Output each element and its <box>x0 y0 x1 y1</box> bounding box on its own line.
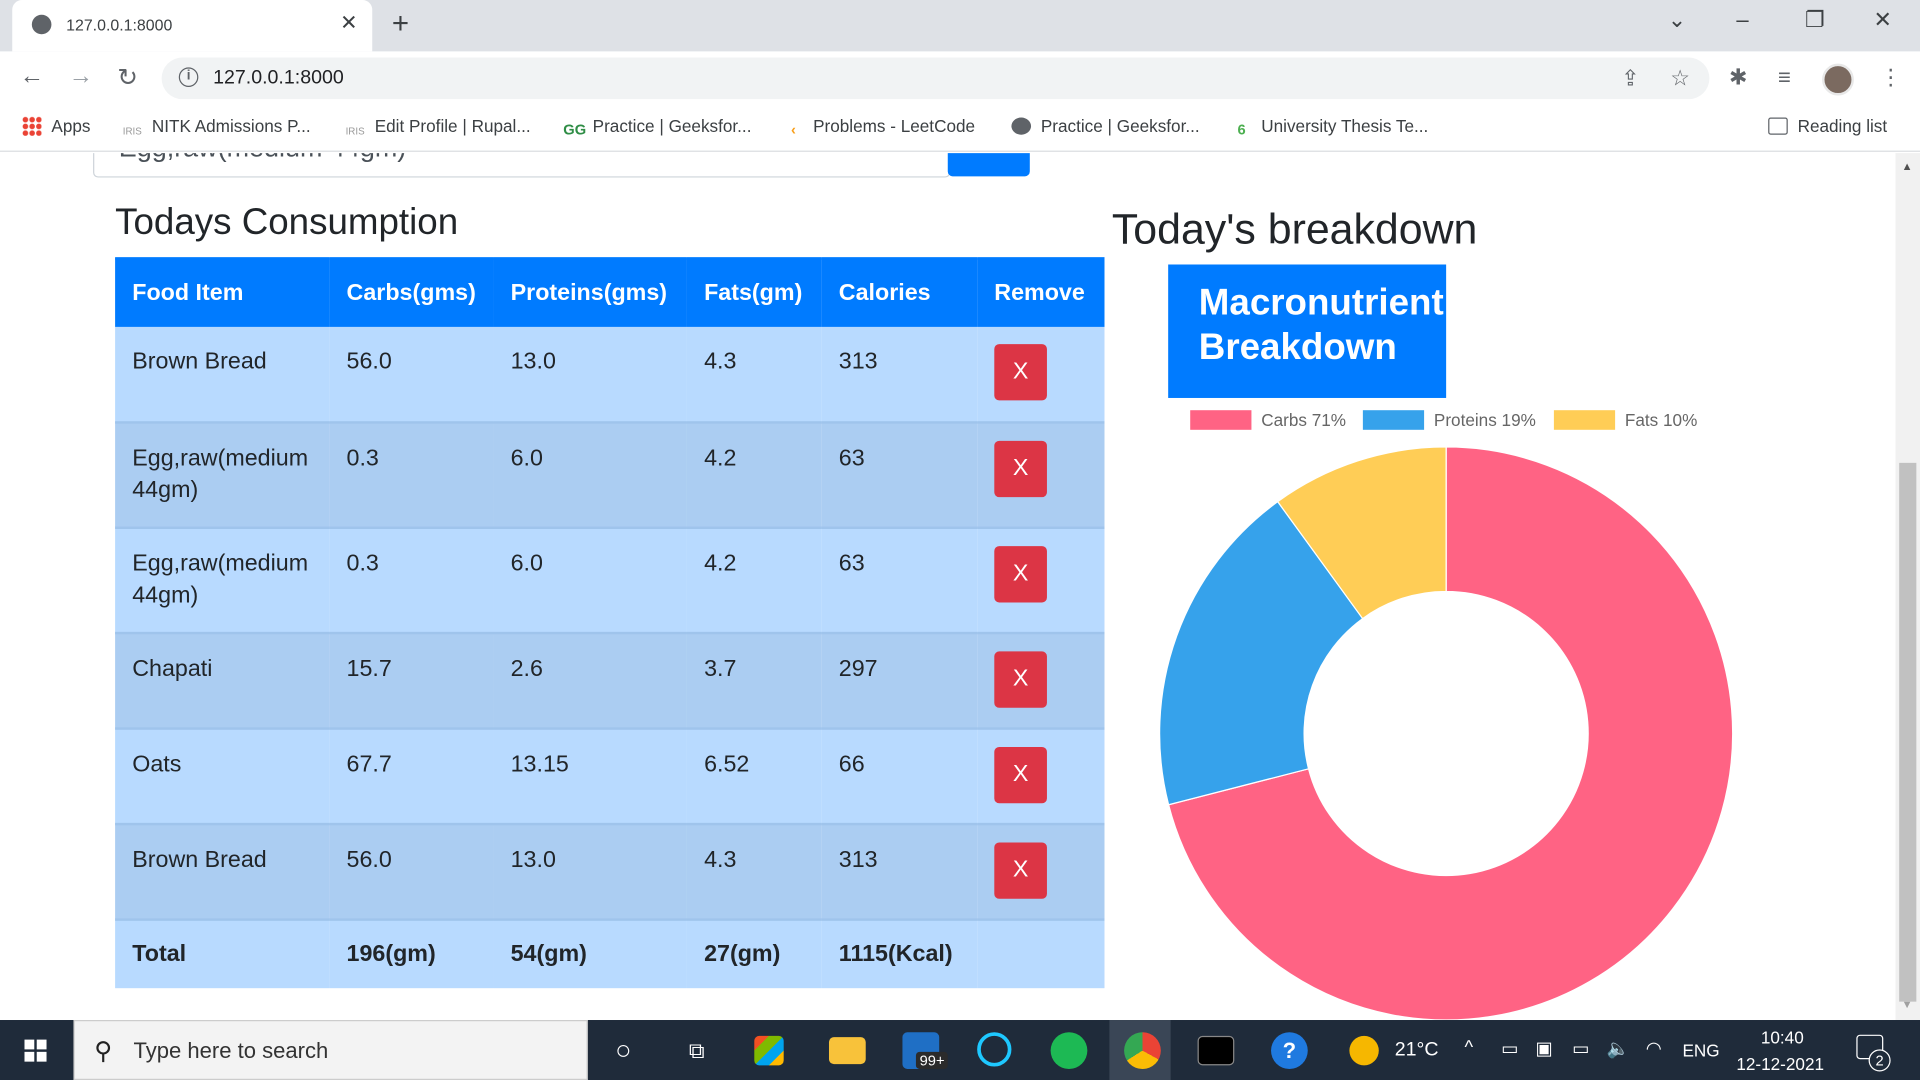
bookmark-apps[interactable]: Apps <box>22 116 91 136</box>
clock-date[interactable]: 12-12-2021 <box>1736 1054 1824 1074</box>
chrome-icon <box>1124 1032 1161 1069</box>
media-queue-icon[interactable]: ≡ <box>1778 65 1791 91</box>
search-icon: ⚲ <box>94 1038 113 1066</box>
bookmark-nitk[interactable]: IRIS NITK Admissions P... <box>122 116 311 143</box>
macronutrient-donut-chart <box>1159 446 1734 1021</box>
windows-taskbar: ⚲ Type here to search ○ ⧉ 99+ ? 21°C ^ ▭… <box>0 1020 1920 1080</box>
scrollbar-thumb[interactable] <box>1899 462 1917 1002</box>
scroll-down-icon[interactable]: ▼ <box>1902 998 1913 1010</box>
iris-icon: IRIS <box>122 126 142 138</box>
forward-icon[interactable]: → <box>69 62 93 90</box>
reading-list-icon <box>1768 117 1788 135</box>
windows-start-icon[interactable] <box>24 1039 47 1062</box>
extensions-icon[interactable]: ✱ <box>1729 65 1747 91</box>
iris-icon: IRIS <box>345 126 365 138</box>
wifi-icon[interactable]: ◠ <box>1646 1037 1662 1059</box>
clock-time[interactable]: 10:40 <box>1761 1027 1804 1047</box>
bookmark-star-icon[interactable]: ☆ <box>1670 66 1690 92</box>
menu-kebab-icon[interactable]: ⋮ <box>1880 65 1902 91</box>
meet-now-icon[interactable]: ▭ <box>1501 1037 1518 1059</box>
store-icon[interactable] <box>754 1035 784 1066</box>
globe-icon <box>1011 117 1032 135</box>
page-content: Egg,raw(medium 44gm) Add Todays Consumpt… <box>0 153 1896 1021</box>
volume-icon[interactable]: 🔈 <box>1607 1037 1630 1059</box>
new-tab-icon[interactable]: + <box>392 7 409 41</box>
geeksforgeeks-icon: GG <box>563 121 587 139</box>
bookmark-gfg-1[interactable]: GG Practice | Geeksfor... <box>563 116 751 138</box>
address-bar[interactable]: i 127.0.0.1:8000 ⇪ ☆ <box>161 57 1710 100</box>
help-icon[interactable]: ? <box>1271 1032 1308 1069</box>
display-icon[interactable]: ▣ <box>1536 1037 1553 1059</box>
site-info-icon[interactable]: i <box>178 67 199 87</box>
profile-avatar[interactable] <box>1822 63 1854 96</box>
notification-count: 2 <box>1868 1049 1891 1072</box>
bookmark-edit-profile[interactable]: IRIS Edit Profile | Rupal... <box>345 116 531 143</box>
cortana-icon[interactable]: ○ <box>605 1032 642 1069</box>
page-scrollbar[interactable]: ▲ ▼ <box>1895 153 1920 1021</box>
alexa-icon[interactable] <box>977 1032 1012 1067</box>
apps-grid-icon <box>22 116 42 136</box>
taskbar-search-placeholder: Type here to search <box>133 1038 329 1063</box>
tab-strip: 127.0.0.1:8000 ✕ + ⌄ – ❐ ✕ <box>0 0 1920 52</box>
task-view-icon[interactable]: ⧉ <box>678 1032 715 1069</box>
mail-badge: 99+ <box>915 1051 949 1069</box>
weather-sun-icon[interactable] <box>1349 1035 1379 1066</box>
bookmark-leetcode[interactable]: ‹ Problems - LeetCode <box>784 116 975 138</box>
globe-icon <box>31 14 52 35</box>
reading-list[interactable]: Reading list <box>1768 116 1887 136</box>
bookmark-thesis[interactable]: 6 University Thesis Te... <box>1232 116 1429 139</box>
language-indicator[interactable]: ENG <box>1682 1041 1719 1061</box>
leetcode-icon: ‹ <box>791 121 796 139</box>
bookmarks-bar: Apps IRIS NITK Admissions P... IRIS Edit P… <box>0 105 1920 152</box>
minimize-icon[interactable]: – <box>1736 7 1748 33</box>
scroll-up-icon[interactable]: ▲ <box>1902 160 1913 172</box>
browser-toolbar: ← → ↻ i 127.0.0.1:8000 ⇪ ☆ ✱ ≡ ⋮ <box>0 51 1920 106</box>
tab-title: 127.0.0.1:8000 <box>66 15 173 35</box>
back-icon[interactable]: ← <box>20 62 44 90</box>
tab-search-icon[interactable]: ⌄ <box>1668 7 1686 33</box>
battery-icon[interactable]: ▭ <box>1572 1037 1589 1059</box>
tray-chevron-icon[interactable]: ^ <box>1465 1037 1474 1058</box>
overleaf-icon: 6 <box>1237 121 1246 139</box>
bookmark-gfg-2[interactable]: Practice | Geeksfor... <box>1011 116 1200 136</box>
window-close-icon[interactable]: ✕ <box>1873 7 1891 33</box>
share-icon[interactable]: ⇪ <box>1621 66 1639 92</box>
restore-icon[interactable]: ❐ <box>1805 7 1825 33</box>
reload-icon[interactable]: ↻ <box>118 62 139 93</box>
address-url: 127.0.0.1:8000 <box>213 67 344 89</box>
close-tab-icon[interactable]: ✕ <box>340 11 357 35</box>
file-explorer-icon[interactable] <box>828 1037 866 1065</box>
browser-tab[interactable]: 127.0.0.1:8000 ✕ <box>12 0 373 52</box>
weather-temperature: 21°C <box>1394 1039 1439 1061</box>
terminal-icon[interactable] <box>1197 1035 1235 1066</box>
spotify-icon[interactable] <box>1050 1032 1088 1069</box>
taskbar-search-box[interactable]: ⚲ Type here to search <box>73 1020 588 1080</box>
